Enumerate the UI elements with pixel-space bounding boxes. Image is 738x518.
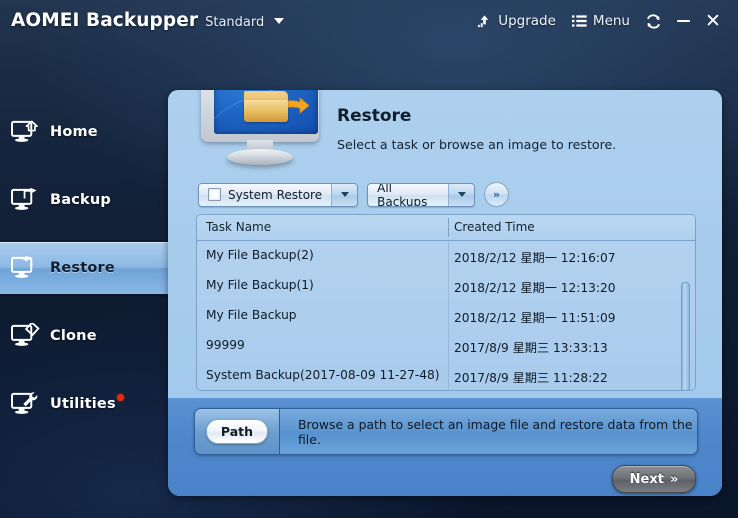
system-restore-checkbox[interactable] bbox=[208, 188, 221, 201]
sidebar-item-label: Backup bbox=[50, 192, 111, 208]
path-description: Browse a path to select an image file an… bbox=[298, 416, 693, 447]
sidebar: Home Backup Restore Clone Utilities bbox=[0, 46, 214, 518]
table-row[interactable]: System Backup(2017-08-09 11-27-48) 2017/… bbox=[197, 361, 695, 390]
path-bar[interactable]: Path Browse a path to select an image fi… bbox=[194, 408, 698, 455]
sidebar-nav: Home Backup Restore Clone Utilities bbox=[0, 106, 214, 446]
cell-task-name: 99999 bbox=[206, 338, 245, 352]
page-subtitle: Select a task or browse an image to rest… bbox=[337, 137, 617, 152]
table-row[interactable]: My File Backup(1) 2018/2/12 星期一 12:13:20 bbox=[197, 271, 695, 301]
sidebar-item-label: Utilities bbox=[50, 396, 116, 412]
system-restore-main[interactable]: System Restore bbox=[199, 183, 332, 206]
cell-created-time: 2017/8/9 星期三 13:33:13 bbox=[454, 341, 608, 355]
system-restore-label: System Restore bbox=[228, 187, 323, 202]
chevron-down-icon bbox=[457, 192, 466, 197]
menu-label: Menu bbox=[592, 13, 630, 29]
table-row[interactable]: My File Backup 2018/2/12 星期一 11:51:09 bbox=[197, 301, 695, 331]
table-scrollbar[interactable] bbox=[681, 242, 693, 390]
cell-task-name: My File Backup(1) bbox=[206, 278, 314, 292]
minimize-button[interactable] bbox=[668, 9, 698, 33]
monitor-backup-icon bbox=[10, 185, 40, 215]
sidebar-item-label: Clone bbox=[50, 328, 97, 344]
list-lines-icon bbox=[571, 14, 587, 28]
edition-chevron-down-icon[interactable] bbox=[274, 18, 285, 24]
sidebar-item-home[interactable]: Home bbox=[0, 106, 176, 158]
edition-label: Standard bbox=[205, 15, 265, 30]
monitor-wrench-icon bbox=[10, 389, 40, 419]
brand: AOMEI Backupper Standard bbox=[11, 10, 285, 31]
backups-filter-label: All Backups bbox=[377, 182, 428, 207]
next-button-label: Next bbox=[629, 471, 664, 487]
monitor-clone-icon bbox=[10, 321, 40, 351]
double-chevron-right-icon: » bbox=[493, 188, 501, 201]
backups-filter-main[interactable]: All Backups bbox=[368, 182, 449, 207]
double-chevron-right-icon: » bbox=[669, 471, 679, 487]
app-title: AOMEI Backupper bbox=[11, 10, 199, 31]
cell-task-name: My File Backup(2) bbox=[206, 248, 314, 262]
monitor-restore-icon bbox=[10, 253, 40, 283]
table-row[interactable]: My File Backup(2) 2018/2/12 星期一 12:16:07 bbox=[197, 241, 695, 271]
cell-created-time: 2018/2/12 星期一 12:16:07 bbox=[454, 251, 616, 265]
backups-filter-dropdown-button[interactable] bbox=[448, 183, 475, 206]
content-panel: Restore Select a task or browse an image… bbox=[168, 90, 722, 496]
upload-arrow-icon bbox=[477, 14, 492, 29]
close-button[interactable]: ✕ bbox=[698, 9, 728, 33]
path-button-label: Path bbox=[205, 419, 269, 444]
cell-created-time: 2018/2/12 星期一 12:13:20 bbox=[454, 281, 616, 295]
column-divider[interactable] bbox=[448, 218, 449, 237]
table-row[interactable]: 99999 2017/8/9 星期三 13:33:13 bbox=[197, 331, 695, 361]
chevron-down-icon bbox=[340, 192, 349, 197]
sidebar-item-backup[interactable]: Backup bbox=[0, 174, 176, 226]
backups-filter-combo[interactable]: All Backups bbox=[367, 182, 476, 207]
close-icon: ✕ bbox=[705, 9, 721, 32]
cell-created-time: 2018/2/12 星期一 11:51:09 bbox=[454, 311, 616, 325]
path-button[interactable]: Path bbox=[195, 409, 280, 454]
cell-created-time: 2017/8/9 星期三 11:28:22 bbox=[454, 371, 608, 385]
application-window: AOMEI Backupper Standard Upgrade Menu ✕ … bbox=[0, 0, 738, 518]
cell-task-name: My File Backup bbox=[206, 308, 297, 322]
page-title: Restore bbox=[337, 106, 412, 126]
column-header-created-time[interactable]: Created Time bbox=[454, 220, 535, 234]
refresh-button[interactable] bbox=[638, 9, 668, 33]
status-badge bbox=[116, 393, 124, 401]
monitor-folder-restore-icon bbox=[195, 90, 325, 168]
sidebar-item-label: Home bbox=[50, 124, 98, 140]
upgrade-button[interactable]: Upgrade bbox=[469, 10, 564, 32]
sidebar-item-label: Restore bbox=[50, 260, 115, 276]
path-description-area[interactable]: Browse a path to select an image file an… bbox=[280, 409, 697, 454]
column-header-task-name[interactable]: Task Name bbox=[206, 220, 271, 234]
system-restore-dropdown-button[interactable] bbox=[331, 183, 358, 206]
titlebar-controls: Upgrade Menu ✕ bbox=[469, 9, 728, 33]
filter-toolbar: System Restore All Backups » bbox=[198, 182, 510, 207]
table-header-row: Task Name Created Time bbox=[197, 215, 695, 241]
system-restore-combo[interactable]: System Restore bbox=[198, 182, 359, 207]
task-table: Task Name Created Time My File Backup(2)… bbox=[196, 214, 696, 391]
title-bar: AOMEI Backupper Standard Upgrade Menu ✕ bbox=[0, 0, 738, 46]
monitor-home-icon bbox=[10, 117, 40, 147]
upgrade-label: Upgrade bbox=[498, 13, 556, 29]
menu-button[interactable]: Menu bbox=[564, 10, 638, 32]
minimize-icon bbox=[676, 19, 690, 23]
cell-task-name: System Backup(2017-08-09 11-27-48) bbox=[206, 368, 440, 382]
sidebar-item-utilities[interactable]: Utilities bbox=[0, 378, 176, 430]
sidebar-item-clone[interactable]: Clone bbox=[0, 310, 176, 362]
next-button[interactable]: Next » bbox=[612, 465, 696, 493]
table-scrollbar-thumb[interactable] bbox=[681, 282, 690, 390]
expand-more-button[interactable]: » bbox=[484, 182, 510, 207]
